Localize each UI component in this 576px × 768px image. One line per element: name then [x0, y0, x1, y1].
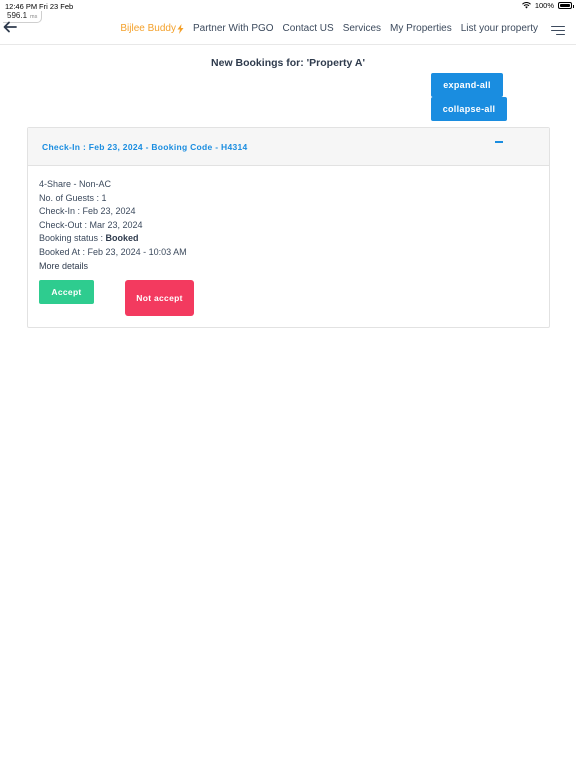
battery-percent: 100%: [534, 1, 554, 10]
status-badge: Booked: [105, 233, 139, 244]
header-divider: [0, 44, 576, 45]
accept-button[interactable]: Accept: [39, 280, 94, 304]
booked-at: Booked At : Feb 23, 2024 - 10:03 AM: [39, 246, 187, 257]
booking-panel-header[interactable]: Check-In : Feb 23, 2024 - Booking Code -…: [28, 128, 549, 166]
guest-count: No. of Guests : 1: [39, 192, 107, 203]
nav-bijlee-buddy[interactable]: Bijlee Buddy: [120, 23, 184, 34]
back-arrow-icon[interactable]: [3, 21, 17, 33]
nav-partner-with-pgo[interactable]: Partner With PGO: [193, 23, 274, 34]
performance-unit: ms: [30, 14, 38, 20]
nav-services[interactable]: Services: [343, 23, 381, 34]
minus-icon[interactable]: [495, 141, 503, 143]
status-indicators: 100%: [521, 1, 574, 10]
lightning-bolt-icon: [177, 23, 184, 34]
wifi-icon: [521, 2, 531, 9]
status-bar: 12:46 PM Fri 23 Feb 100%: [0, 0, 576, 12]
nav-my-properties[interactable]: My Properties: [390, 23, 452, 34]
booking-panel: Check-In : Feb 23, 2024 - Booking Code -…: [27, 127, 550, 328]
status-time: 12:46 PM: [5, 2, 38, 11]
more-details-link[interactable]: More details: [39, 260, 187, 274]
not-accept-button[interactable]: Not accept: [125, 280, 194, 316]
booking-status: Booking status : Booked: [39, 233, 139, 244]
check-out-date: Check-Out : Mar 23, 2024: [39, 219, 143, 230]
room-type: 4-Share - Non-AC: [39, 179, 112, 189]
battery-icon: [558, 2, 574, 9]
check-in-date: Check-In : Feb 23, 2024: [39, 206, 136, 217]
hamburger-menu-icon[interactable]: [551, 26, 565, 36]
page-title: New Bookings for: 'Property A': [211, 57, 365, 69]
performance-value: 596.1: [7, 11, 28, 20]
nav-list-your-property[interactable]: List your property: [461, 23, 538, 34]
booking-details: 4-Share - Non-AC No. of Guests : 1 Check…: [39, 178, 187, 273]
nav-brand-label: Bijlee Buddy: [120, 23, 176, 34]
nav-contact-us[interactable]: Contact US: [283, 23, 334, 34]
collapse-all-button[interactable]: collapse-all: [431, 97, 507, 121]
expand-all-button[interactable]: expand-all: [431, 73, 503, 97]
top-nav: Bijlee Buddy Partner With PGO Contact US…: [120, 23, 538, 34]
status-date: Fri 23 Feb: [39, 2, 74, 11]
booking-panel-title: Check-In : Feb 23, 2024 - Booking Code -…: [42, 142, 248, 152]
